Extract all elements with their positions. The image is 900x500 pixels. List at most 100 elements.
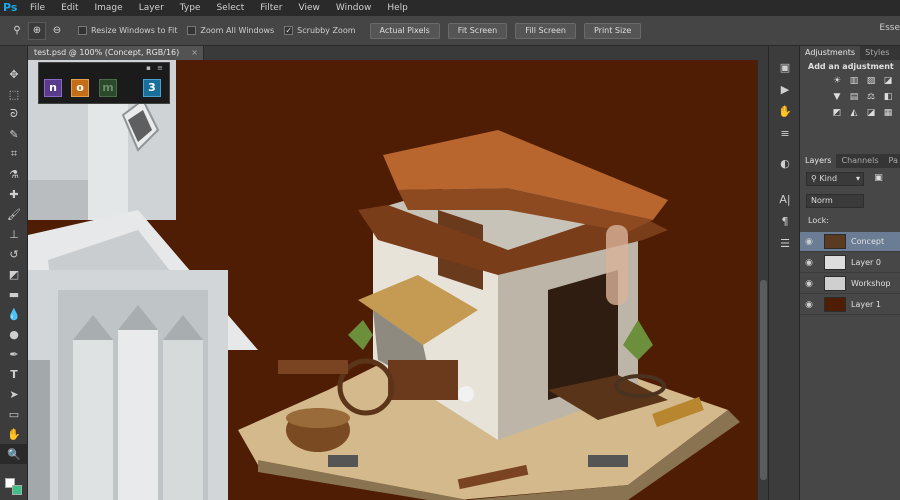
- color-balance-icon[interactable]: ⚖: [866, 92, 876, 103]
- eye-icon[interactable]: ◉: [800, 279, 818, 289]
- photoshop-window: Ps File Edit Image Layer Type Select Fil…: [0, 0, 900, 500]
- healing-brush-tool-icon[interactable]: ✚: [0, 184, 28, 204]
- exposure-icon[interactable]: ◪: [883, 76, 893, 87]
- eye-icon[interactable]: ◉: [800, 237, 818, 247]
- menu-window[interactable]: Window: [328, 0, 380, 16]
- eye-icon[interactable]: ◉: [800, 258, 818, 268]
- lasso-tool-icon[interactable]: ᘐ: [0, 104, 28, 124]
- layer-row-layer0[interactable]: ◉ Layer 0: [800, 253, 900, 273]
- quick-select-tool-icon[interactable]: ✎: [0, 124, 28, 144]
- layer-filter-kind-select[interactable]: ⚲ Kind ▾: [806, 172, 864, 186]
- hand-tool-icon[interactable]: ✋: [0, 424, 28, 444]
- move-tool-icon[interactable]: ✥: [0, 64, 28, 84]
- document-tab[interactable]: test.psd @ 100% (Concept, RGB/16) ×: [28, 46, 204, 60]
- fill-screen-button[interactable]: Fill Screen: [515, 22, 576, 39]
- selective-color-icon[interactable]: ▦: [883, 108, 893, 119]
- scrubby-zoom-checkbox[interactable]: ✓ Scrubby Zoom: [284, 26, 356, 35]
- tab-layers[interactable]: Layers: [800, 154, 837, 168]
- app-logo: Ps: [3, 1, 18, 14]
- palette-button-blank[interactable]: [121, 79, 139, 97]
- blend-mode-select[interactable]: Norm: [806, 194, 864, 208]
- checkbox-label: Resize Windows to Fit: [91, 26, 178, 35]
- kind-value: Kind: [819, 174, 838, 183]
- zoom-out-icon[interactable]: ⊖: [48, 22, 66, 40]
- menu-edit[interactable]: Edit: [53, 0, 86, 16]
- dodge-tool-icon[interactable]: ●: [0, 324, 28, 344]
- print-size-button[interactable]: Print Size: [583, 22, 642, 39]
- curves-icon[interactable]: ▨: [866, 76, 876, 87]
- checkbox-box[interactable]: [78, 26, 87, 35]
- layer-row-workshop[interactable]: ◉ Workshop: [800, 274, 900, 294]
- actions-panel-icon[interactable]: ▶: [769, 78, 801, 100]
- palette-button-n[interactable]: n: [44, 79, 62, 97]
- invert-icon[interactable]: ◩: [832, 108, 842, 119]
- menu-file[interactable]: File: [22, 0, 53, 16]
- menu-select[interactable]: Select: [208, 0, 252, 16]
- clone-stamp-tool-icon[interactable]: ⊥: [0, 224, 28, 244]
- brush-presets-icon[interactable]: ≡: [769, 122, 801, 144]
- zoom-in-icon[interactable]: ⊕: [28, 21, 46, 40]
- eyedropper-tool-icon[interactable]: ⚗: [0, 164, 28, 184]
- menu-type[interactable]: Type: [172, 0, 209, 16]
- fit-screen-button[interactable]: Fit Screen: [447, 22, 508, 39]
- history-brush-tool-icon[interactable]: ↺: [0, 244, 28, 264]
- brightness-contrast-icon[interactable]: ☀: [832, 76, 842, 87]
- levels-icon[interactable]: ▥: [849, 76, 859, 87]
- menu-view[interactable]: View: [291, 0, 328, 16]
- canvas-scrollbar[interactable]: [757, 60, 768, 500]
- background-color-swatch[interactable]: [12, 485, 22, 495]
- eye-icon[interactable]: ◉: [800, 300, 818, 310]
- palette-button-m[interactable]: m: [99, 79, 117, 97]
- palette-grip[interactable]: ▪ ≡: [146, 64, 165, 72]
- black-white-icon[interactable]: ◧: [883, 92, 893, 103]
- layer-thumbnail: [824, 255, 846, 270]
- menu-filter[interactable]: Filter: [252, 0, 290, 16]
- checkmark-icon[interactable]: ✓: [284, 26, 294, 35]
- filter-pixel-icon[interactable]: ▣: [872, 173, 885, 184]
- blur-tool-icon[interactable]: 💧: [0, 304, 28, 324]
- brush-tool-icon[interactable]: 🖌: [0, 204, 28, 224]
- tab-styles[interactable]: Styles: [860, 46, 894, 60]
- tab-adjustments[interactable]: Adjustments: [800, 46, 861, 60]
- tab-channels[interactable]: Channels: [836, 154, 883, 168]
- threshold-icon[interactable]: ◪: [866, 108, 876, 119]
- character-panel-icon[interactable]: A|: [769, 188, 801, 210]
- menu-help[interactable]: Help: [379, 0, 416, 16]
- checkbox-box[interactable]: [187, 26, 197, 35]
- marquee-tool-icon[interactable]: ⬚: [0, 84, 28, 104]
- clone-source-icon[interactable]: ◐: [769, 152, 801, 174]
- pen-tool-icon[interactable]: ✒: [0, 344, 28, 364]
- paragraph-panel-icon[interactable]: ¶: [769, 210, 801, 232]
- actual-pixels-button[interactable]: Actual Pixels: [369, 22, 440, 39]
- checkbox-label: Scrubby Zoom: [297, 26, 356, 35]
- type-tool-icon[interactable]: T: [0, 364, 28, 384]
- gradient-tool-icon[interactable]: ▬: [0, 284, 28, 304]
- tab-paths[interactable]: Pa: [884, 154, 900, 168]
- workspace-switcher[interactable]: Esse: [879, 23, 900, 33]
- shape-tool-icon[interactable]: ▭: [0, 404, 28, 424]
- eraser-tool-icon[interactable]: ◩: [0, 264, 28, 284]
- adjustment-icons-row-2: ▼ ▤ ⚖ ◧: [800, 92, 900, 103]
- palette-button-o[interactable]: o: [71, 79, 89, 97]
- hue-saturation-icon[interactable]: ▤: [849, 92, 859, 103]
- close-icon[interactable]: ×: [191, 46, 198, 60]
- path-select-tool-icon[interactable]: ➤: [0, 384, 28, 404]
- history-panel-icon[interactable]: ▣: [769, 56, 801, 78]
- document-canvas[interactable]: [28, 60, 768, 500]
- scrollbar-thumb[interactable]: [760, 280, 767, 480]
- posterize-icon[interactable]: ◭: [849, 108, 859, 119]
- menu-layer[interactable]: Layer: [131, 0, 172, 16]
- brush-panel-icon[interactable]: ✋: [769, 100, 801, 122]
- vibrance-icon[interactable]: ▼: [832, 92, 842, 103]
- layer-row-concept[interactable]: ◉ Concept: [800, 232, 900, 252]
- info-panel-icon[interactable]: ☰: [769, 232, 801, 254]
- zoom-all-windows-checkbox[interactable]: Zoom All Windows: [187, 26, 274, 35]
- zoom-tool-icon[interactable]: ⚲: [8, 22, 26, 40]
- layer-row-layer1[interactable]: ◉ Layer 1: [800, 295, 900, 315]
- adjustment-icons-row-3: ◩ ◭ ◪ ▦: [800, 108, 900, 119]
- crop-tool-icon[interactable]: ⌗: [0, 144, 28, 164]
- palette-button-3[interactable]: 3: [143, 79, 161, 97]
- zoom-tool-icon[interactable]: 🔍: [0, 444, 28, 464]
- resize-windows-checkbox[interactable]: Resize Windows to Fit: [78, 26, 177, 35]
- menu-image[interactable]: Image: [87, 0, 131, 16]
